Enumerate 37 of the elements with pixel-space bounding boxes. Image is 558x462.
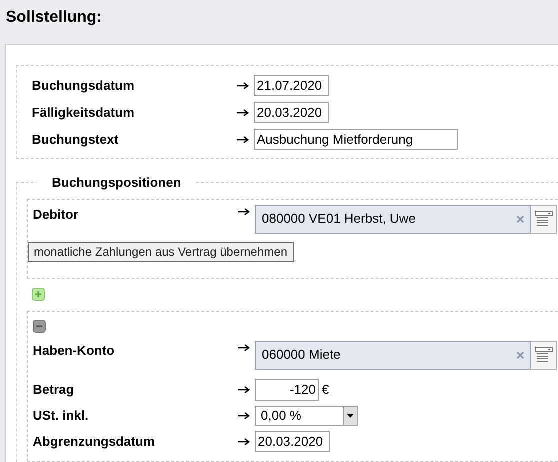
list-icon <box>534 211 552 227</box>
field-label: USt. inkl. <box>33 406 90 425</box>
field-label: Abgrenzungsdatum <box>33 432 156 451</box>
clear-icon[interactable] <box>517 352 524 358</box>
dropdown-caret-icon <box>347 414 354 418</box>
arrow-icon <box>237 82 249 90</box>
vat-select[interactable]: 0,00 % <box>255 406 358 426</box>
field-label: Fälligkeitsdatum <box>32 104 136 122</box>
arrow-icon <box>238 438 250 446</box>
date-field[interactable]: 20.03.2020 <box>254 102 329 123</box>
arrow-icon <box>237 108 249 116</box>
clear-icon[interactable] <box>517 216 524 222</box>
add-icon[interactable] <box>32 288 45 301</box>
field-label: Buchungstext <box>32 130 120 149</box>
lookup-button[interactable] <box>531 204 557 234</box>
field-label: Betrag <box>33 380 76 399</box>
import-payments-button[interactable]: monatliche Zahlungen aus Vertrag übernehmen <box>28 242 294 262</box>
field-label: Haben-Konto <box>33 342 116 360</box>
date-field[interactable]: 21.07.2020 <box>254 75 329 96</box>
lookup-field[interactable]: 080000 VE01 Herbst, Uwe <box>255 204 531 234</box>
fieldset-legend: Buchungspositionen <box>37 173 196 192</box>
currency-label: € <box>322 380 330 399</box>
page-title: Sollstellung: <box>5 8 103 28</box>
field-label: Debitor <box>33 206 80 224</box>
lookup-button[interactable] <box>531 340 557 370</box>
arrow-icon <box>237 136 249 144</box>
lookup-field[interactable]: 060000 Miete <box>255 340 531 370</box>
arrow-icon <box>238 208 250 216</box>
date-field[interactable]: 20.03.2020 <box>255 431 330 452</box>
arrow-icon <box>238 386 250 394</box>
amount-field[interactable]: -120 <box>255 378 319 400</box>
text-field[interactable]: Ausbuchung Mietforderung <box>254 129 458 150</box>
field-label: Buchungsdatum <box>32 76 136 95</box>
remove-icon[interactable] <box>33 320 46 332</box>
list-icon <box>534 347 552 363</box>
arrow-icon <box>238 344 250 352</box>
arrow-icon <box>238 412 250 420</box>
